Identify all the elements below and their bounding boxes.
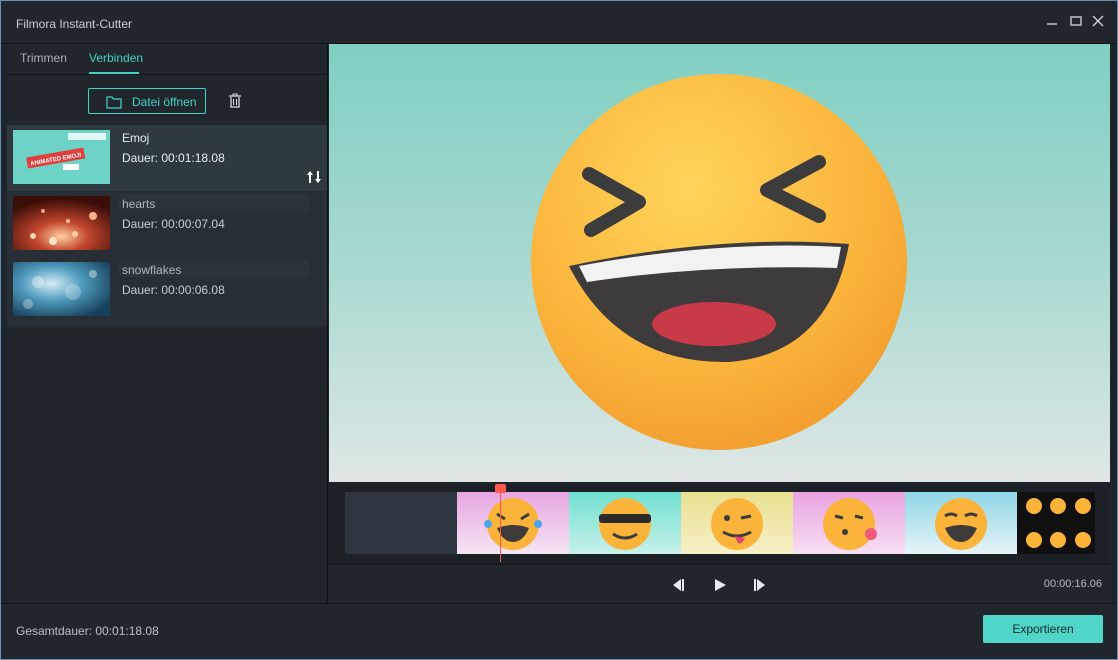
video-preview[interactable]: [329, 44, 1110, 482]
timeline[interactable]: [329, 484, 1110, 564]
list-item[interactable]: ANIMATED EMOJI Emoj Dauer: 00:01:18.08: [7, 125, 327, 191]
clip-name: Emoj: [122, 131, 150, 145]
timeline-empty-slot: [345, 492, 457, 554]
list-item[interactable]: hearts Dauer: 00:00:07.04: [7, 191, 327, 257]
clip-thumbnail: [13, 196, 110, 250]
clip-name: snowflakes: [122, 263, 182, 277]
timeline-frame[interactable]: [569, 492, 681, 554]
minimize-icon[interactable]: [1044, 13, 1060, 29]
timeline-frame[interactable]: [905, 492, 1017, 554]
footer-bar: Gesamtdauer: 00:01:18.08 Exportieren: [1, 603, 1117, 659]
timeline-frame[interactable]: [457, 492, 569, 554]
tab-trimmen[interactable]: Trimmen: [20, 51, 67, 65]
open-file-label: Datei öffnen: [132, 95, 197, 109]
current-time: 00:00:16.06: [1043, 578, 1102, 590]
timeline-frame[interactable]: [681, 492, 793, 554]
title-bar: Filmora Instant-Cutter: [1, 1, 1117, 44]
app-window: Filmora Instant-Cutter Trimmen Verbinden…: [0, 0, 1118, 660]
active-tab-indicator: [89, 72, 139, 74]
clip-thumbnail: [13, 262, 110, 316]
total-duration: Gesamtdauer: 00:01:18.08: [16, 624, 159, 638]
export-button[interactable]: Exportieren: [983, 615, 1103, 643]
next-frame-icon[interactable]: [752, 577, 768, 593]
window-title: Filmora Instant-Cutter: [16, 17, 133, 31]
previous-frame-icon[interactable]: [670, 577, 686, 593]
folder-icon: [106, 95, 122, 109]
timeline-frame[interactable]: [793, 492, 905, 554]
laughing-emoji-image: [531, 74, 907, 450]
playhead[interactable]: [500, 490, 501, 562]
timeline-frame[interactable]: [1017, 492, 1095, 554]
maximize-icon[interactable]: [1068, 13, 1084, 29]
clip-duration: Dauer: 00:00:07.04: [122, 217, 225, 231]
tab-verbinden[interactable]: Verbinden: [89, 51, 143, 65]
clip-duration: Dauer: 00:00:06.08: [122, 283, 225, 297]
clip-list: ANIMATED EMOJI Emoj Dauer: 00:01:18.08 h…: [7, 125, 327, 327]
clip-duration: Dauer: 00:01:18.08: [122, 151, 225, 165]
reorder-icon[interactable]: [306, 170, 322, 184]
left-panel: Trimmen Verbinden Datei öffnen ANIMATED …: [7, 44, 328, 603]
trash-icon[interactable]: [228, 93, 242, 109]
open-file-button[interactable]: Datei öffnen: [88, 88, 206, 114]
clip-name: hearts: [122, 197, 156, 211]
close-icon[interactable]: [1090, 13, 1106, 29]
play-icon[interactable]: [712, 577, 728, 593]
tab-bar: Trimmen Verbinden: [7, 44, 327, 75]
player-controls: 00:00:16.06: [329, 564, 1110, 603]
list-item[interactable]: snowflakes Dauer: 00:00:06.08: [7, 257, 327, 323]
clip-thumbnail: ANIMATED EMOJI: [13, 130, 110, 184]
